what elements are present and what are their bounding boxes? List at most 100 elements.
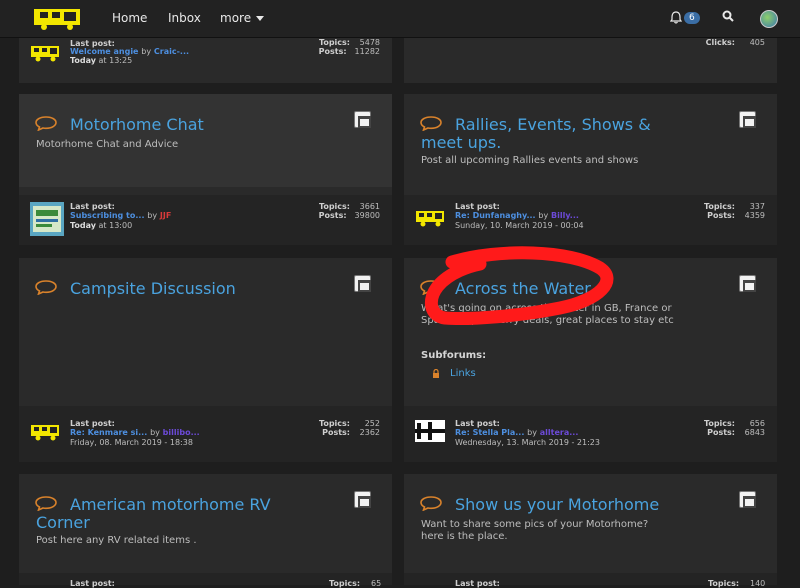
rss-feed-icon[interactable] [354, 275, 371, 292]
rss-feed-icon[interactable] [739, 491, 756, 508]
time-rest: at 13:25 [98, 56, 133, 65]
forum-card-top-left: Last post: Welcome angie by Craic-... To… [19, 38, 392, 83]
nav-home-link[interactable]: Home [112, 11, 147, 25]
last-post-user[interactable]: Billy... [551, 211, 579, 220]
posts-count: 6843 [744, 428, 765, 437]
forum-title[interactable]: Campsite Discussion [70, 280, 236, 298]
forum-card-motorhome-chat: Motorhome Chat Motorhome Chat and Advice… [19, 94, 392, 245]
clicks-count: 405 [749, 38, 765, 47]
posts-label: Posts: [707, 428, 735, 437]
card-footer: Last post: Subscribing to... by JJF Toda… [19, 195, 392, 245]
forum-stats: Topics: 252 Posts: 2362 [319, 419, 380, 437]
last-post-label: Last post: [455, 202, 500, 211]
last-post-link[interactable]: Re: Dunfanaghy... by Billy... [455, 211, 579, 220]
last-post-user[interactable]: Craic-... [154, 47, 189, 56]
nav-inbox-link[interactable]: Inbox [168, 11, 201, 25]
last-post-time: Today at 13:00 [70, 221, 132, 230]
speech-bubble-icon [420, 496, 442, 511]
forum-title[interactable]: American motorhome RV Corner [36, 496, 316, 532]
card-footer: Last post: Re: Dunfanaghy... by Billy...… [404, 195, 777, 245]
chevron-down-icon [256, 16, 265, 21]
time-day: Today [70, 56, 96, 65]
last-post-label: Last post: [455, 419, 500, 428]
topics-label: Topics: [318, 419, 350, 428]
rss-feed-icon[interactable] [739, 111, 756, 128]
last-post-user[interactable]: JJF [160, 211, 171, 220]
last-post-user[interactable]: billibo... [163, 428, 200, 437]
nav-more-menu[interactable]: more [220, 11, 265, 25]
last-post-title[interactable]: Subscribing to... [70, 211, 145, 220]
bell-icon [669, 11, 683, 24]
speech-bubble-icon [35, 116, 57, 131]
topics-label: Topics: [318, 202, 350, 211]
user-avatar[interactable] [760, 10, 778, 28]
topics-count: 5478 [359, 38, 380, 47]
posts-label: Posts: [318, 211, 347, 220]
topics-count: 3661 [359, 202, 380, 211]
forum-card-across-the-water: Across the Water What's going on across … [404, 258, 777, 462]
card-footer: Last post: Re: Stella Pla... by alltera.… [404, 406, 777, 462]
forum-description: Motorhome Chat and Advice [36, 139, 179, 150]
posts-count: 2362 [359, 428, 380, 437]
last-post-link[interactable]: Subscribing to... by JJF [70, 211, 171, 220]
forum-title[interactable]: Motorhome Chat [70, 116, 204, 134]
posts-count: 11282 [354, 47, 380, 56]
posts-count: 4359 [744, 211, 765, 220]
time-rest: at 13:00 [98, 221, 133, 230]
forum-stats: Topics: 3661 Posts: 39800 [319, 202, 380, 220]
forum-stats: Topics: 337 Posts: 4359 [704, 202, 765, 220]
notification-count-badge: 6 [684, 11, 700, 24]
notifications-button[interactable]: 6 [669, 10, 700, 25]
forum-card-top-right: Clicks: 405 [404, 38, 777, 83]
topics-count: 140 [750, 579, 766, 588]
card-footer: Last post: Topics: 65 [19, 573, 392, 588]
rss-feed-icon[interactable] [354, 111, 371, 128]
last-post-avatar [416, 211, 444, 227]
forum-description: Post here any RV related items . [36, 535, 197, 546]
last-post-avatar [31, 425, 59, 441]
card-footer: Last post: Re: Kenmare si... by billibo.… [19, 406, 392, 462]
card-footer: Last post: Topics: 140 [404, 573, 777, 588]
last-post-label: Last post: [455, 579, 500, 588]
posts-label: Posts: [322, 428, 350, 437]
forum-description: What's going on across the water in GB, … [421, 303, 674, 326]
last-post-title[interactable]: Re: Stella Pla... [455, 428, 524, 437]
posts-label: Posts: [707, 211, 735, 220]
topics-label: Topics: [703, 419, 735, 428]
last-post-title[interactable]: Re: Dunfanaghy... [455, 211, 536, 220]
subforums-label: Subforums: [421, 350, 487, 361]
last-post-time: Sunday, 10. March 2019 - 00:04 [455, 221, 584, 230]
forum-stats: Topics: 5478 Posts: 11282 [319, 38, 380, 56]
last-post-label: Last post: [70, 419, 115, 428]
forum-title[interactable]: Across the Water [455, 280, 591, 298]
rss-feed-icon[interactable] [739, 275, 756, 292]
forum-card-rallies: Rallies, Events, Shows & meet ups. Post … [404, 94, 777, 245]
last-post-label: Last post: [70, 202, 115, 211]
forum-card-campsite: Campsite Discussion Last post: Re: Kenma… [19, 258, 392, 462]
forum-description: Post all upcoming Rallies events and sho… [421, 155, 639, 166]
topics-label: Topics: [703, 202, 735, 211]
site-logo[interactable] [32, 6, 84, 32]
last-post-link[interactable]: Welcome angie by Craic-... [70, 47, 189, 56]
rss-feed-icon[interactable] [354, 491, 371, 508]
search-button[interactable] [722, 10, 734, 26]
by-text: by [527, 428, 537, 437]
search-icon [722, 10, 734, 22]
time-day: Today [70, 221, 96, 230]
topics-count: 252 [364, 419, 380, 428]
last-post-link[interactable]: Re: Kenmare si... by billibo... [70, 428, 200, 437]
last-post-user[interactable]: alltera... [540, 428, 579, 437]
last-post-link[interactable]: Re: Stella Pla... by alltera... [455, 428, 578, 437]
last-post-title[interactable]: Welcome angie [70, 47, 138, 56]
by-text: by [147, 211, 158, 220]
by-text: by [141, 47, 152, 56]
subforum-links-link[interactable]: Links [450, 368, 476, 379]
last-post-time: Friday, 08. March 2019 - 18:38 [70, 438, 193, 447]
topics-label: Topics: [329, 579, 361, 588]
topics-label: Topics: [708, 579, 740, 588]
last-post-avatar [31, 46, 59, 62]
last-post-title[interactable]: Re: Kenmare si... [70, 428, 147, 437]
forum-title[interactable]: Show us your Motorhome [455, 496, 659, 514]
topics-count: 656 [749, 419, 765, 428]
forum-title[interactable]: Rallies, Events, Shows & meet ups. [421, 116, 691, 152]
